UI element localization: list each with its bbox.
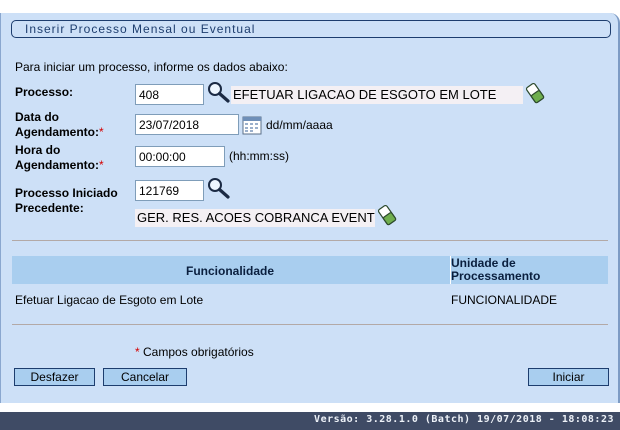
search-precedente-icon[interactable] [207, 177, 231, 199]
data-agendamento-input[interactable] [135, 114, 239, 135]
hora-agendamento-label: Hora do Agendamento:* [15, 143, 104, 172]
data-format-hint: dd/mm/aaaa [266, 118, 333, 132]
processo-label: Processo: [15, 85, 74, 99]
table-header: Funcionalidade Unidade de Processamento [12, 256, 608, 284]
search-processo-icon[interactable] [207, 81, 231, 103]
clear-processo-icon[interactable] [525, 81, 545, 105]
calendar-icon[interactable] [242, 115, 262, 135]
processo-precedente-label: Processo Iniciado Precedente: [15, 186, 118, 215]
data-agendamento-label: Data do Agendamento:* [15, 110, 104, 139]
form-panel: Inserir Processo Mensal ou Eventual Para… [0, 13, 620, 403]
hora-agendamento-input[interactable] [135, 146, 225, 167]
precedente-description: GER. RES. ACOES COBRANCA EVENT [135, 209, 375, 227]
processo-code-input[interactable] [135, 84, 204, 105]
cancelar-button[interactable]: Cancelar [103, 368, 187, 386]
required-note: * Campos obrigatórios [135, 345, 254, 359]
hora-format-hint: (hh:mm:ss) [229, 149, 289, 163]
processo-description: EFETUAR LIGACAO DE ESGOTO EM LOTE [231, 86, 523, 104]
iniciar-button[interactable]: Iniciar [528, 368, 609, 386]
form-title-bar: Inserir Processo Mensal ou Eventual [11, 20, 611, 38]
row-funcionalidade: Efetuar Ligacao de Esgoto em Lote [15, 293, 204, 307]
desfazer-button[interactable]: Desfazer [14, 368, 95, 386]
clear-precedente-icon[interactable] [377, 203, 397, 227]
status-bar: Versão: 3.28.1.0 (Batch) 19/07/2018 - 18… [0, 412, 620, 430]
precedente-code-input[interactable] [135, 180, 204, 201]
col-header-funcionalidade: Funcionalidade [186, 264, 275, 278]
divider-bottom [12, 324, 608, 325]
col-header-unidade: Unidade de Processamento [451, 256, 541, 283]
version-text: Versão: 3.28.1.0 (Batch) 19/07/2018 - 18… [314, 414, 614, 425]
form-title: Inserir Processo Mensal ou Eventual [25, 22, 256, 36]
row-unidade: FUNCIONALIDADE [451, 293, 558, 307]
intro-text: Para iniciar um processo, informe os dad… [15, 60, 288, 74]
divider-top [12, 240, 608, 241]
